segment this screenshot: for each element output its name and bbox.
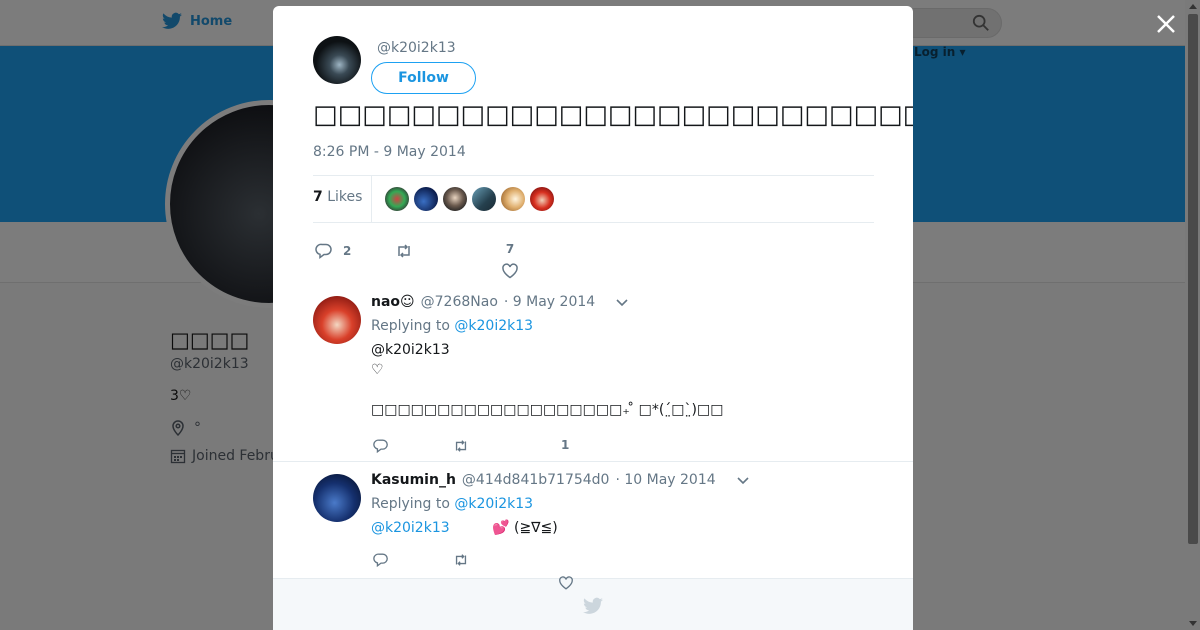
replying-to-label: Replying to: [371, 318, 450, 334]
reply-avatar[interactable]: [313, 296, 361, 344]
likes-label: Likes: [327, 189, 363, 205]
retweet-action[interactable]: [453, 438, 469, 454]
liker-avatar[interactable]: [501, 187, 525, 211]
profile-bio: 3♡: [170, 388, 192, 404]
nav-home-label: Home: [190, 13, 233, 29]
scrollbar-thumb[interactable]: [1188, 14, 1198, 544]
profile-location: °: [170, 420, 201, 436]
chevron-down-icon[interactable]: [615, 295, 629, 309]
twitter-bird-icon: [583, 597, 603, 614]
reply-author-name[interactable]: nao☺: [371, 294, 415, 310]
reply-mention[interactable]: @k20i2k13: [371, 520, 450, 536]
follow-button[interactable]: Follow: [371, 62, 476, 94]
reply-tweet[interactable]: nao☺ @7268Nao · 9 May 2014 Replying to @…: [273, 282, 913, 462]
reply-text-line: ♡: [371, 362, 384, 378]
location-icon: [172, 420, 184, 436]
author-avatar[interactable]: [313, 36, 361, 84]
tweet-text: □□□□□□□□□□□□□□□□□□□□□□□□□□□□□□♡□□□□□□□□□…: [313, 100, 913, 130]
retweet-icon: [398, 244, 410, 258]
liker-avatar[interactable]: [443, 187, 467, 211]
tweet-actions: 2 7: [313, 232, 874, 282]
reply-icon: [315, 243, 332, 259]
location-text: °: [194, 420, 201, 436]
tweet-stats: 7 Likes: [313, 175, 874, 223]
heart-icon: [502, 263, 518, 279]
joined-text: Joined Febru: [192, 448, 279, 464]
replying-to-link[interactable]: @k20i2k13: [454, 318, 533, 334]
likes-stat[interactable]: 7 Likes: [313, 189, 362, 205]
scroll-up-arrow[interactable]: [1189, 4, 1197, 9]
modal-footer: [273, 579, 913, 630]
reply-action[interactable]: [373, 438, 389, 454]
tweet-timestamp[interactable]: 8:26 PM - 9 May 2014: [313, 144, 466, 160]
like-action[interactable]: 7: [501, 242, 519, 280]
reply-action[interactable]: 2: [315, 242, 351, 260]
stats-divider: [371, 176, 372, 222]
like-count: 1: [561, 438, 570, 452]
tweet-modal: @k20i2k13 Follow □□□□□□□□□□□□□□□□□□□□□□□…: [273, 6, 913, 630]
like-action[interactable]: 1: [561, 438, 569, 452]
reply-author-handle[interactable]: @414d841b71754d0: [462, 472, 610, 488]
reply-icon: [373, 439, 388, 454]
search-icon[interactable]: [972, 14, 990, 32]
liker-avatar[interactable]: [414, 187, 438, 211]
reply-tweet[interactable]: Kasumin_h @414d841b71754d0 · 10 May 2014…: [273, 462, 913, 579]
profile-handle: @k20i2k13: [170, 356, 249, 372]
reply-date[interactable]: · 9 May 2014: [504, 294, 595, 310]
nav-home[interactable]: Home: [162, 12, 232, 30]
like-count: 7: [505, 242, 515, 256]
calendar-icon: [170, 449, 186, 464]
reply-mention[interactable]: @k20i2k13: [371, 342, 450, 358]
replying-to-label: Replying to: [371, 496, 450, 512]
liker-avatars: [385, 187, 554, 211]
reply-avatar[interactable]: [313, 474, 361, 522]
scrollbar[interactable]: [1185, 0, 1200, 630]
profile-name: □□□□: [170, 328, 250, 352]
heart-icon[interactable]: [558, 575, 574, 591]
replying-to: Replying to @k20i2k13: [371, 496, 533, 512]
retweet-action[interactable]: [453, 552, 469, 568]
author-handle[interactable]: @k20i2k13: [377, 40, 456, 56]
reply-text-line: □□□□□□□□□□□□□□□□□□□₊ ̊ □*(ˊ̤□ˋ̤)□□: [371, 402, 724, 418]
liker-avatar[interactable]: [530, 187, 554, 211]
reply-text: @k20i2k13 💕 (≧∇≦): [371, 520, 558, 536]
reply-icon: [373, 553, 388, 568]
reply-author-name[interactable]: Kasumin_h: [371, 472, 456, 488]
scroll-down-arrow[interactable]: [1189, 621, 1197, 626]
profile-joined: Joined Febru: [170, 448, 279, 464]
chevron-down-icon[interactable]: [736, 473, 750, 487]
liker-avatar[interactable]: [385, 187, 409, 211]
retweet-icon: [455, 440, 467, 452]
reply-author-handle[interactable]: @7268Nao: [421, 294, 498, 310]
reply-header: Kasumin_h @414d841b71754d0 · 10 May 2014: [371, 472, 750, 488]
reply-header: nao☺ @7268Nao · 9 May 2014: [371, 294, 629, 310]
retweet-icon: [455, 554, 467, 566]
likes-count: 7: [313, 189, 323, 205]
twitter-bird-icon: [162, 12, 182, 29]
reply-date[interactable]: · 10 May 2014: [615, 472, 715, 488]
login-link[interactable]: Log in ▾: [914, 45, 966, 59]
reply-count: 2: [343, 244, 352, 258]
close-icon[interactable]: [1154, 12, 1178, 36]
reply-text-content: 💕 (≧∇≦): [492, 520, 558, 536]
replying-to-link[interactable]: @k20i2k13: [454, 496, 533, 512]
replying-to: Replying to @k20i2k13: [371, 318, 533, 334]
liker-avatar[interactable]: [472, 187, 496, 211]
retweet-action[interactable]: [395, 242, 413, 260]
reply-action[interactable]: [373, 552, 389, 568]
